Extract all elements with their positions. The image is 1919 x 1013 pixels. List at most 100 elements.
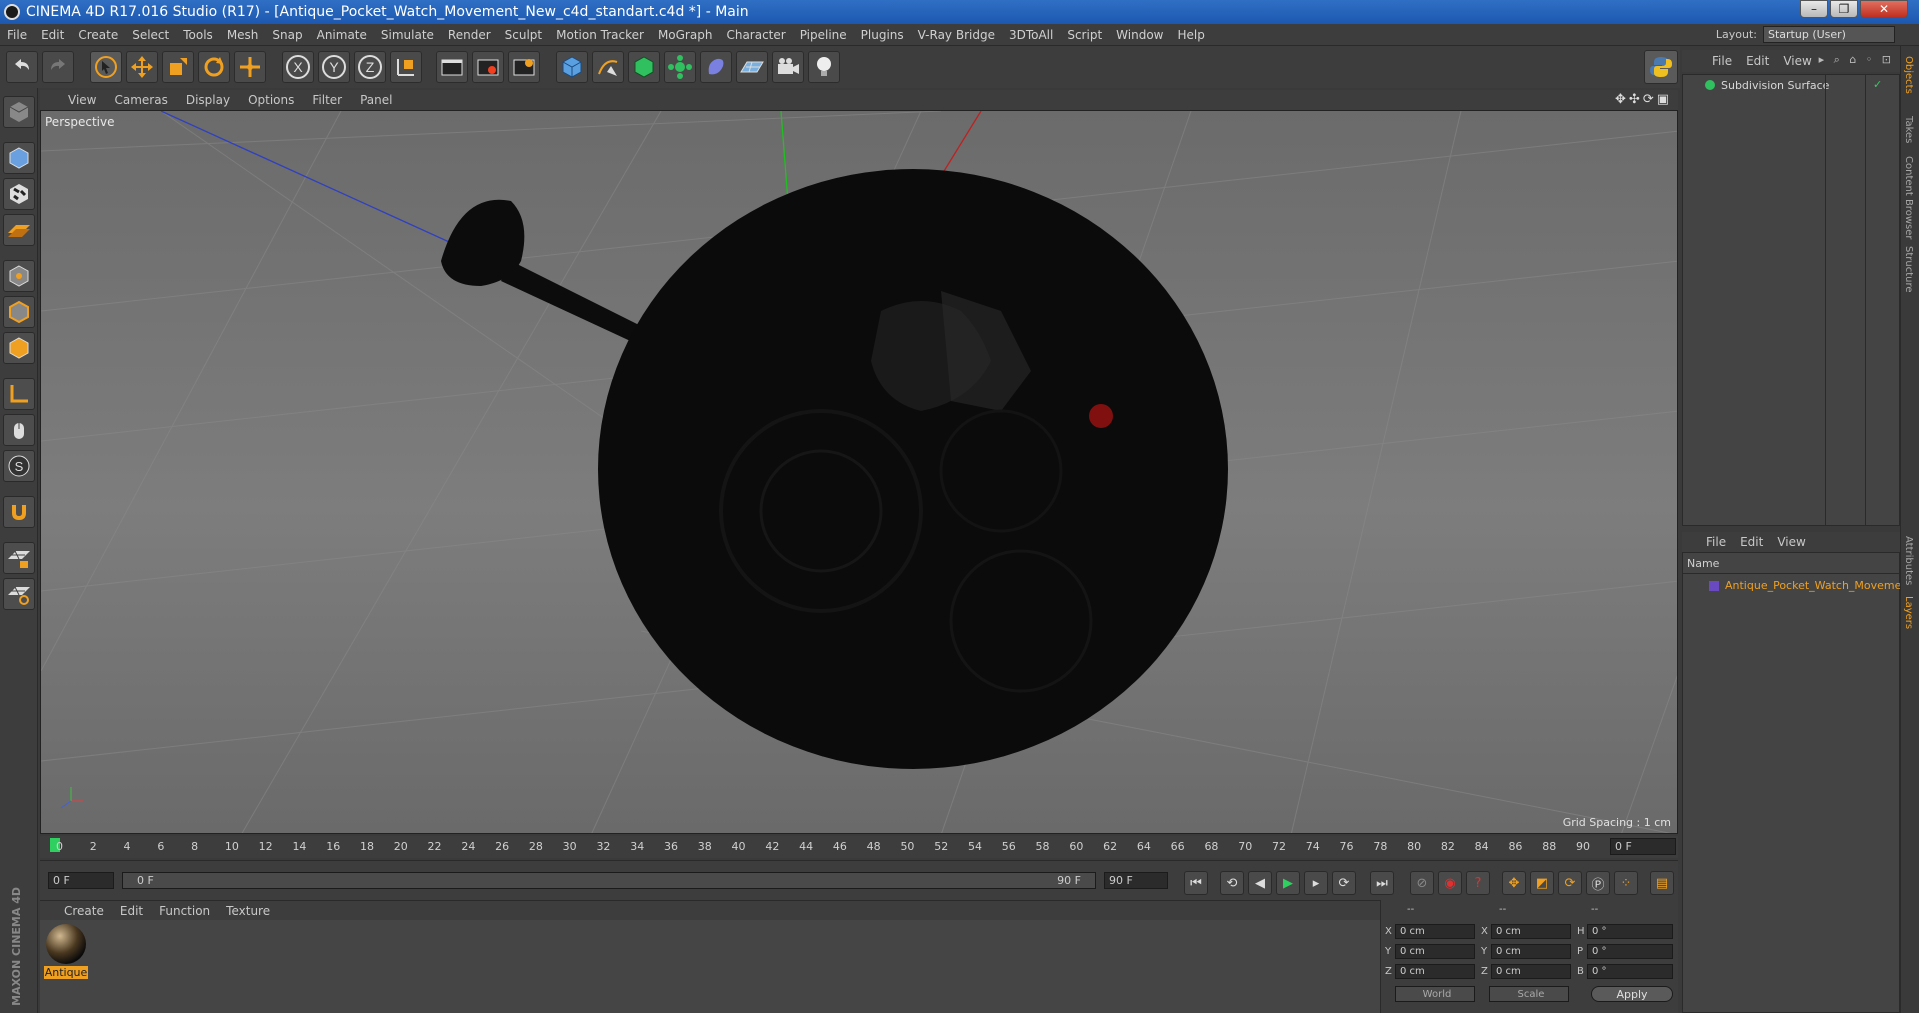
autokeying-icon[interactable]: ◉ bbox=[1438, 871, 1462, 895]
undo-icon[interactable] bbox=[6, 51, 38, 83]
camera-icon[interactable] bbox=[772, 51, 804, 83]
workplane-mode-icon[interactable] bbox=[3, 214, 35, 246]
key-point-level-icon[interactable]: ⁘ bbox=[1614, 871, 1638, 895]
menu-create[interactable]: Create bbox=[71, 28, 125, 42]
size-x-field[interactable]: 0 cm bbox=[1491, 924, 1571, 939]
menu-render[interactable]: Render bbox=[441, 28, 498, 42]
rotation-p-field[interactable]: 0 ° bbox=[1587, 944, 1673, 959]
tab-content-browser[interactable]: Content Browser bbox=[1903, 156, 1914, 239]
coordinate-system-icon[interactable] bbox=[390, 51, 422, 83]
menu-mesh[interactable]: Mesh bbox=[220, 28, 266, 42]
magnet-icon[interactable] bbox=[3, 496, 35, 528]
menu-simulate[interactable]: Simulate bbox=[374, 28, 441, 42]
deformer-icon[interactable] bbox=[700, 51, 732, 83]
layout-dropdown[interactable]: Startup (User) bbox=[1763, 26, 1895, 43]
material-menu-texture[interactable]: Texture bbox=[218, 904, 278, 918]
tab-structure[interactable]: Structure bbox=[1903, 246, 1914, 293]
object-row[interactable]: Subdivision Surface ✓ bbox=[1683, 77, 1899, 95]
record-active-objects-icon[interactable]: ⊘ bbox=[1410, 871, 1434, 895]
viewport-menu-filter[interactable]: Filter bbox=[303, 93, 351, 107]
start-frame-field[interactable]: 0 F bbox=[48, 872, 114, 889]
menu-vray-bridge[interactable]: V-Ray Bridge bbox=[911, 28, 1002, 42]
menu-3dtoall[interactable]: 3DToAll bbox=[1002, 28, 1060, 42]
keyframe-selection-icon[interactable]: ? bbox=[1466, 871, 1490, 895]
position-z-field[interactable]: 0 cm bbox=[1395, 964, 1475, 979]
array-icon[interactable] bbox=[664, 51, 696, 83]
menu-sculpt[interactable]: Sculpt bbox=[498, 28, 549, 42]
light-icon[interactable] bbox=[808, 51, 840, 83]
snapping-icon[interactable]: S bbox=[3, 450, 35, 482]
subdivision-surface-icon[interactable] bbox=[628, 51, 660, 83]
material-swatch[interactable]: Antique bbox=[44, 924, 88, 980]
pocket-watch-model[interactable] bbox=[441, 169, 1228, 769]
objects-menu-view[interactable]: View bbox=[1776, 54, 1818, 68]
texture-mode-icon[interactable] bbox=[3, 178, 35, 210]
current-frame-field[interactable]: 0 F bbox=[1610, 838, 1676, 855]
objects-toolbar-icons[interactable]: ▸ ⌕ ⌂ ◦ ⊡ bbox=[1819, 53, 1894, 67]
cube-primitive-icon[interactable] bbox=[556, 51, 588, 83]
transform-icon[interactable] bbox=[234, 51, 266, 83]
3d-viewport[interactable]: Perspective Grid Spacing : 1 cm bbox=[40, 110, 1678, 834]
rotate-icon[interactable] bbox=[198, 51, 230, 83]
lock-workplane-icon[interactable] bbox=[3, 542, 35, 574]
render-picture-viewer-icon[interactable] bbox=[472, 51, 504, 83]
live-selection-icon[interactable] bbox=[90, 51, 122, 83]
enable-axis-icon[interactable] bbox=[3, 378, 35, 410]
previous-frame-icon[interactable]: ◀ bbox=[1248, 871, 1272, 895]
make-editable-icon[interactable] bbox=[3, 96, 35, 128]
timeline-window-icon[interactable]: ▤ bbox=[1650, 871, 1674, 895]
key-position-icon[interactable]: ✥ bbox=[1502, 871, 1526, 895]
pen-spline-icon[interactable] bbox=[592, 51, 624, 83]
go-to-end-icon[interactable]: ⏭ bbox=[1370, 871, 1394, 895]
viewport-menu-display[interactable]: Display bbox=[177, 93, 239, 107]
size-z-field[interactable]: 0 cm bbox=[1491, 964, 1571, 979]
go-to-start-icon[interactable]: ⏮ bbox=[1184, 871, 1208, 895]
menu-edit[interactable]: Edit bbox=[34, 28, 71, 42]
scale-icon[interactable] bbox=[162, 51, 194, 83]
rotation-b-field[interactable]: 0 ° bbox=[1587, 964, 1673, 979]
layers-menu-edit[interactable]: Edit bbox=[1733, 535, 1770, 549]
layer-row[interactable]: Antique_Pocket_Watch_Movemen bbox=[1683, 577, 1908, 595]
layers-menu-file[interactable]: File bbox=[1682, 535, 1733, 549]
play-icon[interactable]: ▶ bbox=[1276, 871, 1300, 895]
timeline-ruler[interactable]: 0 2 4 6 8 10 12 14 16 18 20 22 24 26 28 30 32 34 36 38 40 42 4… bbox=[40, 836, 1678, 858]
tweak-mode-icon[interactable] bbox=[3, 414, 35, 446]
visibility-check-icon[interactable]: ✓ bbox=[1873, 78, 1882, 91]
viewport-menu-cameras[interactable]: Cameras bbox=[105, 93, 176, 107]
tab-objects[interactable]: Objects bbox=[1903, 56, 1914, 94]
menu-file[interactable]: File bbox=[0, 28, 34, 42]
layers-menu-view[interactable]: View bbox=[1770, 535, 1812, 549]
viewport-menu-panel[interactable]: Panel bbox=[351, 93, 401, 107]
planar-workplane-icon[interactable] bbox=[3, 578, 35, 610]
size-y-field[interactable]: 0 cm bbox=[1491, 944, 1571, 959]
menu-tools[interactable]: Tools bbox=[176, 28, 220, 42]
menu-snap[interactable]: Snap bbox=[265, 28, 309, 42]
move-icon[interactable] bbox=[126, 51, 158, 83]
points-mode-icon[interactable] bbox=[3, 260, 35, 292]
viewport-menu-view[interactable]: View bbox=[40, 93, 105, 107]
key-parameter-icon[interactable]: Ⓟ bbox=[1586, 871, 1610, 895]
menu-animate[interactable]: Animate bbox=[310, 28, 374, 42]
minimize-button[interactable]: – bbox=[1800, 0, 1828, 18]
objects-menu-edit[interactable]: Edit bbox=[1739, 54, 1776, 68]
viewport-nav-icons[interactable]: ✥✣⟳▣ bbox=[1615, 92, 1672, 107]
x-axis-lock-icon[interactable]: X bbox=[282, 51, 314, 83]
material-menu-edit[interactable]: Edit bbox=[112, 904, 151, 918]
position-y-field[interactable]: 0 cm bbox=[1395, 944, 1475, 959]
floor-icon[interactable] bbox=[736, 51, 768, 83]
y-axis-lock-icon[interactable]: Y bbox=[318, 51, 350, 83]
go-to-previous-keyframe-icon[interactable]: ⟲ bbox=[1220, 871, 1244, 895]
rotation-h-field[interactable]: 0 ° bbox=[1587, 924, 1673, 939]
menu-script[interactable]: Script bbox=[1060, 28, 1109, 42]
python-icon[interactable] bbox=[1644, 50, 1678, 84]
menu-window[interactable]: Window bbox=[1109, 28, 1170, 42]
apply-button[interactable]: Apply bbox=[1591, 986, 1673, 1002]
coord-mode-dropdown[interactable]: World bbox=[1395, 986, 1475, 1002]
material-menu-create[interactable]: Create bbox=[40, 904, 112, 918]
objects-menu-file[interactable]: File bbox=[1682, 54, 1739, 68]
tab-takes[interactable]: Takes bbox=[1903, 116, 1914, 143]
menu-pipeline[interactable]: Pipeline bbox=[793, 28, 854, 42]
key-scale-icon[interactable]: ◩ bbox=[1530, 871, 1554, 895]
viewport-menu-options[interactable]: Options bbox=[239, 93, 303, 107]
render-settings-icon[interactable] bbox=[508, 51, 540, 83]
